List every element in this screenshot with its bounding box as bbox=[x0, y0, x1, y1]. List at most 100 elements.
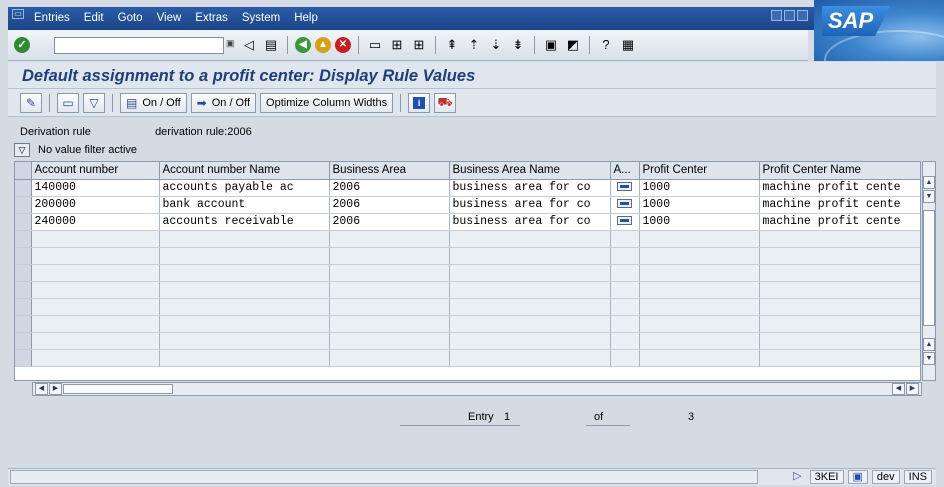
row-selector[interactable] bbox=[15, 230, 32, 248]
cell-a[interactable] bbox=[610, 281, 640, 299]
system-menu-icon[interactable]: ▭ bbox=[12, 9, 24, 19]
menu-extras[interactable]: Extras bbox=[195, 12, 228, 24]
horizontal-scroll-thumb[interactable] bbox=[63, 384, 173, 394]
cell-business-area-name[interactable]: business area for co bbox=[449, 213, 611, 231]
layout-menu-icon[interactable]: ▦ bbox=[619, 36, 637, 54]
cell-business-area-name[interactable] bbox=[449, 264, 611, 282]
cell-account-number[interactable] bbox=[31, 264, 160, 282]
column-header-business-area[interactable]: Business Area bbox=[329, 162, 450, 180]
cell-profit-center-name[interactable] bbox=[759, 281, 920, 299]
cell-account-number[interactable] bbox=[31, 349, 160, 367]
cell-profit-center-name[interactable]: machine profit cente bbox=[759, 196, 920, 214]
menu-edit[interactable]: Edit bbox=[84, 12, 104, 24]
row-selector[interactable] bbox=[15, 298, 32, 316]
next-page-icon[interactable]: ⇣ bbox=[487, 36, 505, 54]
row-selector[interactable] bbox=[15, 179, 32, 197]
create-session-icon[interactable]: ▣ bbox=[542, 36, 560, 54]
filter-button[interactable]: ▽ bbox=[83, 93, 105, 113]
cell-profit-center-name[interactable] bbox=[759, 315, 920, 333]
cell-profit-center[interactable] bbox=[639, 332, 760, 350]
cell-business-area-name[interactable]: business area for co bbox=[449, 196, 611, 214]
previous-page-icon[interactable]: ⇡ bbox=[465, 36, 483, 54]
cell-profit-center[interactable] bbox=[639, 230, 760, 248]
cell-profit-center[interactable] bbox=[639, 264, 760, 282]
cell-a[interactable] bbox=[610, 179, 640, 197]
vertical-scroll-thumb[interactable] bbox=[923, 210, 935, 326]
cell-profit-center-name[interactable]: machine profit cente bbox=[759, 213, 920, 231]
cell-account-number-name[interactable] bbox=[159, 230, 330, 248]
close-window-icon[interactable] bbox=[797, 10, 808, 21]
menu-help[interactable]: Help bbox=[294, 12, 318, 24]
vertical-scrollbar[interactable]: ▲ ▼ ▲ ▼ bbox=[922, 161, 936, 381]
find-icon[interactable]: ⊞ bbox=[388, 36, 406, 54]
cell-profit-center-name[interactable] bbox=[759, 264, 920, 282]
row-selector[interactable] bbox=[15, 247, 32, 265]
cell-business-area-name[interactable] bbox=[449, 247, 611, 265]
cell-profit-center[interactable] bbox=[639, 315, 760, 333]
cell-business-area-name[interactable] bbox=[449, 332, 611, 350]
command-field-dropdown-icon[interactable]: ▣ bbox=[226, 38, 235, 49]
checkbox-icon[interactable] bbox=[617, 216, 632, 225]
column-header-profit-center-name[interactable]: Profit Center Name bbox=[759, 162, 920, 180]
minimize-window-icon[interactable] bbox=[771, 10, 782, 21]
cell-business-area[interactable] bbox=[329, 264, 450, 282]
cell-business-area-name[interactable] bbox=[449, 281, 611, 299]
cell-account-number-name[interactable] bbox=[159, 281, 330, 299]
cell-business-area[interactable]: 2006 bbox=[329, 213, 450, 231]
find-next-icon[interactable]: ⊞ bbox=[410, 36, 428, 54]
row-selector[interactable] bbox=[15, 264, 32, 282]
scroll-down-icon[interactable]: ▼ bbox=[923, 190, 935, 203]
first-page-icon[interactable]: ⇞ bbox=[443, 36, 461, 54]
back-arrow-icon[interactable]: ◁ bbox=[240, 36, 258, 54]
column-header-account-number[interactable]: Account number bbox=[31, 162, 160, 180]
cell-account-number-name[interactable] bbox=[159, 332, 330, 350]
cell-business-area[interactable] bbox=[329, 298, 450, 316]
cell-business-area-name[interactable]: business area for co bbox=[449, 179, 611, 197]
cell-profit-center[interactable]: 1000 bbox=[639, 213, 760, 231]
column-header-a[interactable]: A... bbox=[610, 162, 640, 180]
print-button[interactable]: ▭ bbox=[57, 93, 79, 113]
cell-account-number[interactable] bbox=[31, 230, 160, 248]
cell-a[interactable] bbox=[610, 247, 640, 265]
cell-account-number[interactable]: 200000 bbox=[31, 196, 160, 214]
cell-business-area[interactable]: 2006 bbox=[329, 179, 450, 197]
cell-business-area[interactable] bbox=[329, 349, 450, 367]
row-selector[interactable] bbox=[15, 349, 32, 367]
cell-a[interactable] bbox=[610, 315, 640, 333]
filter-icon[interactable]: ▽ bbox=[14, 143, 30, 157]
cell-business-area[interactable]: 2006 bbox=[329, 196, 450, 214]
column-header-account-number-name[interactable]: Account number Name bbox=[159, 162, 330, 180]
cell-profit-center-name[interactable] bbox=[759, 247, 920, 265]
cell-profit-center[interactable] bbox=[639, 349, 760, 367]
cell-a[interactable] bbox=[610, 213, 640, 231]
print-icon[interactable]: ▭ bbox=[366, 36, 384, 54]
status-mode[interactable]: INS bbox=[903, 470, 932, 484]
cell-profit-center-name[interactable] bbox=[759, 298, 920, 316]
cell-profit-center-name[interactable] bbox=[759, 230, 920, 248]
column-header-business-area-name[interactable]: Business Area Name bbox=[449, 162, 611, 180]
cell-business-area[interactable] bbox=[329, 247, 450, 265]
cell-account-number-name[interactable] bbox=[159, 264, 330, 282]
scroll-up-icon[interactable]: ▲ bbox=[923, 176, 935, 189]
menu-system[interactable]: System bbox=[242, 12, 280, 24]
status-expand-icon[interactable]: ▷ bbox=[789, 470, 805, 484]
cell-profit-center-name[interactable] bbox=[759, 332, 920, 350]
menu-view[interactable]: View bbox=[157, 12, 182, 24]
help-icon[interactable]: ? bbox=[597, 36, 615, 54]
cell-account-number[interactable] bbox=[31, 315, 160, 333]
cell-account-number[interactable] bbox=[31, 332, 160, 350]
cell-business-area[interactable] bbox=[329, 281, 450, 299]
cell-account-number[interactable] bbox=[31, 247, 160, 265]
save-icon[interactable]: ▤ bbox=[262, 36, 280, 54]
cell-account-number-name[interactable] bbox=[159, 315, 330, 333]
cell-a[interactable] bbox=[610, 349, 640, 367]
column-header-profit-center[interactable]: Profit Center bbox=[639, 162, 760, 180]
cell-business-area-name[interactable] bbox=[449, 298, 611, 316]
cell-account-number[interactable] bbox=[31, 281, 160, 299]
back-icon[interactable]: ◀ bbox=[295, 37, 311, 53]
info-button[interactable]: i bbox=[408, 93, 431, 113]
cell-account-number-name[interactable] bbox=[159, 298, 330, 316]
horizontal-scrollbar[interactable]: ◀ ▶ ◀ ▶ bbox=[32, 382, 922, 396]
menu-goto[interactable]: Goto bbox=[118, 12, 143, 24]
scroll-left-end-icon[interactable]: ◀ bbox=[892, 383, 905, 395]
